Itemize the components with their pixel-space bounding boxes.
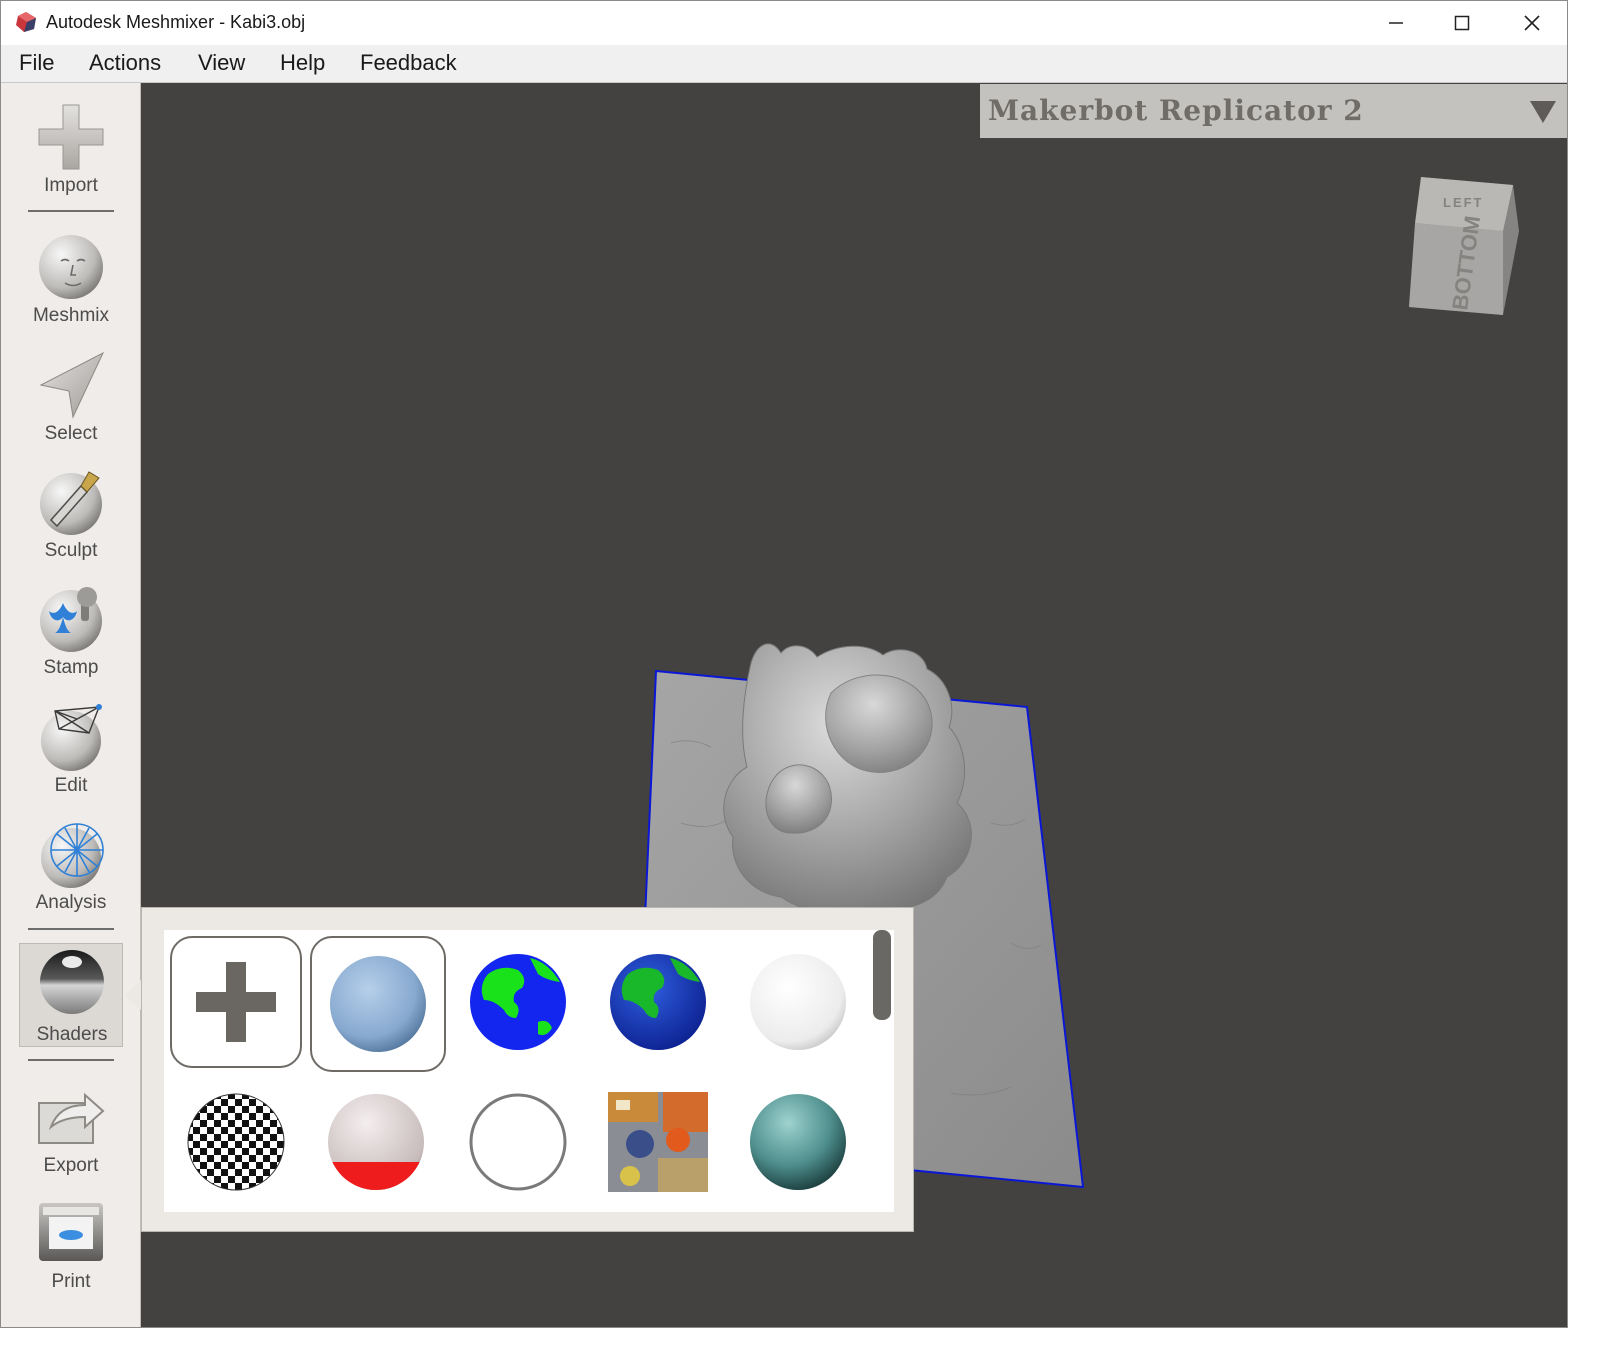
tool-export[interactable]: Export [19, 1083, 123, 1193]
tool-stamp-label: Stamp [43, 657, 99, 678]
shader-grid [164, 930, 894, 1212]
overhang-sphere-icon [328, 1094, 424, 1190]
shaders-popup [141, 907, 914, 1232]
tool-shaders[interactable]: Shaders [19, 943, 123, 1047]
shader-blue-matte[interactable] [310, 936, 446, 1072]
earth-globe-icon [470, 954, 566, 1050]
shader-white-pearl[interactable] [732, 936, 864, 1068]
tool-analysis-label: Analysis [35, 892, 107, 913]
menu-help[interactable]: Help [280, 50, 325, 76]
shader-texture-photo[interactable] [592, 1076, 724, 1208]
print-printer-icon [39, 1203, 103, 1261]
tool-print-label: Print [51, 1271, 91, 1292]
tool-meshmix-label: Meshmix [32, 305, 109, 326]
menu-view[interactable]: View [198, 50, 245, 76]
export-arrow-icon [38, 1092, 105, 1144]
view-cube-top-label: LEFT [1443, 195, 1484, 210]
window-title: Autodesk Meshmixer - Kabi3.obj [46, 12, 306, 32]
add-shader-button[interactable] [170, 936, 302, 1068]
shaders-chrome-sphere-icon [40, 950, 104, 1014]
texture-image-icon [608, 1092, 708, 1192]
white-sphere-icon [750, 954, 846, 1050]
tool-stamp[interactable]: Stamp [19, 585, 123, 695]
toolbar-divider [28, 1059, 114, 1061]
plus-icon [196, 962, 276, 1042]
tool-import-label: Import [44, 175, 98, 196]
shader-earth-2[interactable] [592, 936, 724, 1068]
maximize-icon [1454, 15, 1470, 31]
app-window: Autodesk Meshmixer - Kabi3.obj File Acti… [0, 0, 1568, 1328]
earth-globe-shaded-icon [610, 954, 706, 1050]
stamp-fleur-icon [40, 587, 102, 652]
tool-print[interactable]: Print [19, 1199, 123, 1309]
outline-sphere-icon [469, 1093, 567, 1191]
view-cube[interactable]: LEFT BOTTOM [1403, 175, 1521, 315]
checker-sphere-icon [187, 1093, 285, 1191]
minimize-icon [1389, 22, 1403, 24]
menu-actions[interactable]: Actions [89, 50, 161, 76]
tool-import[interactable]: Import [19, 103, 123, 213]
tool-meshmix[interactable]: Meshmix [19, 233, 123, 343]
meshmixer-logo-icon [16, 12, 36, 32]
shader-list-scrollbar[interactable] [873, 930, 891, 1020]
toolbar-divider [28, 210, 114, 212]
shader-overhang-red[interactable] [310, 1076, 442, 1208]
shader-earth-1[interactable] [452, 936, 584, 1068]
close-icon [1524, 15, 1540, 31]
printer-select-dropdown[interactable]: Makerbot Replicator 2 [980, 84, 1567, 138]
blue-sphere-icon [330, 956, 426, 1052]
tool-select-label: Select [44, 423, 98, 444]
shader-white-outline[interactable] [452, 1076, 584, 1208]
chevron-down-icon [1530, 101, 1556, 123]
tool-sculpt[interactable]: Sculpt [19, 468, 123, 578]
meshmix-face-sphere-icon [39, 235, 103, 299]
edit-wireframe-icon [41, 704, 102, 771]
sculpt-brush-icon [40, 471, 102, 535]
left-toolbar: Import Meshmix Select Sculpt Stamp Edit … [1, 83, 141, 1327]
tool-sculpt-label: Sculpt [44, 540, 98, 561]
printer-select-value: Makerbot Replicator 2 [988, 94, 1364, 127]
tool-analysis[interactable]: Analysis [19, 820, 123, 930]
popup-pointer [125, 979, 142, 1011]
shader-teal-glossy[interactable] [732, 1076, 864, 1208]
import-plus-icon [38, 104, 104, 170]
maximize-button[interactable] [1429, 1, 1495, 45]
minimize-button[interactable] [1363, 1, 1429, 45]
tool-edit[interactable]: Edit [19, 703, 123, 813]
shader-checker[interactable] [170, 1076, 302, 1208]
toolbar-divider [28, 928, 114, 930]
title-bar: Autodesk Meshmixer - Kabi3.obj [1, 1, 1567, 45]
close-button[interactable] [1499, 1, 1565, 45]
tool-edit-label: Edit [54, 775, 88, 796]
tool-select[interactable]: Select [19, 351, 123, 461]
menu-feedback[interactable]: Feedback [360, 50, 457, 76]
menu-bar: File Actions View Help Feedback [1, 45, 1567, 83]
select-arrow-icon [39, 351, 105, 419]
tool-export-label: Export [43, 1155, 99, 1176]
tool-shaders-label: Shaders [36, 1024, 108, 1045]
analysis-mesh-sphere-icon [41, 823, 104, 888]
menu-file[interactable]: File [19, 50, 54, 76]
teal-sphere-icon [750, 1094, 846, 1190]
